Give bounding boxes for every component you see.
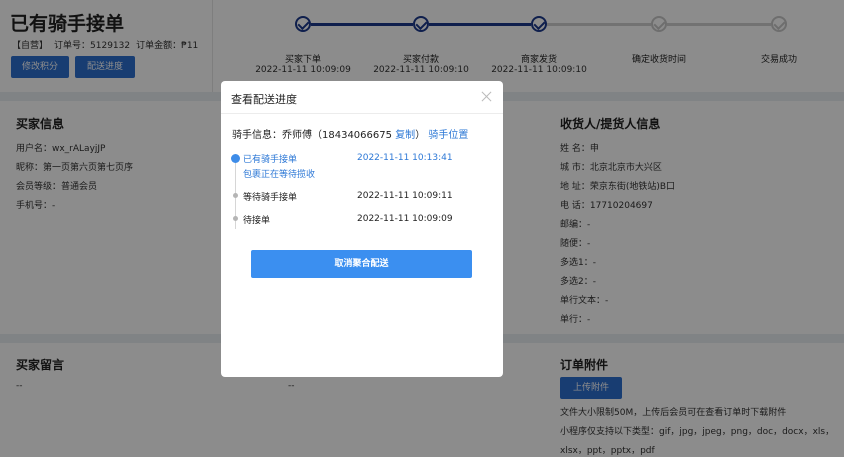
rider-info-close-paren: ） (415, 130, 426, 141)
close-icon[interactable] (480, 90, 493, 103)
timeline-dot-icon (233, 193, 238, 198)
modal-title: 查看配送进度 (231, 93, 297, 106)
timeline-item-text: 待接单 (243, 216, 271, 226)
timeline-item-text: 等待骑手接单 (243, 193, 298, 203)
timeline-item-time: 2022-11-11 10:09:11 (357, 191, 453, 201)
timeline-dot-icon (233, 216, 238, 221)
rider-location-link[interactable]: 骑手位置 (428, 130, 468, 141)
copy-link[interactable]: 复制 (395, 130, 415, 141)
rider-info: 骑手信息：乔师傅（18434066675 复制） 骑手位置 (232, 126, 468, 141)
timeline-item-text: 已有骑手接单 (243, 155, 298, 165)
delivery-timeline: 已有骑手接单 包裹正在等待揽收 2022-11-11 10:13:41 等待骑手… (230, 151, 490, 261)
modal-header: 查看配送进度 (221, 81, 503, 114)
cancel-aggregate-delivery-button[interactable]: 取消聚合配送 (251, 250, 472, 278)
timeline-dot-active-icon (231, 154, 240, 163)
timeline-item-time: 2022-11-11 10:13:41 (357, 153, 453, 163)
rider-info-text: 骑手信息：乔师傅（18434066675 (232, 130, 392, 141)
timeline-item-time: 2022-11-11 10:09:09 (357, 214, 453, 224)
delivery-progress-modal: 查看配送进度 骑手信息：乔师傅（18434066675 复制） 骑手位置 已有骑… (221, 81, 503, 377)
timeline-item-sub: 包裹正在等待揽收 (243, 170, 316, 180)
